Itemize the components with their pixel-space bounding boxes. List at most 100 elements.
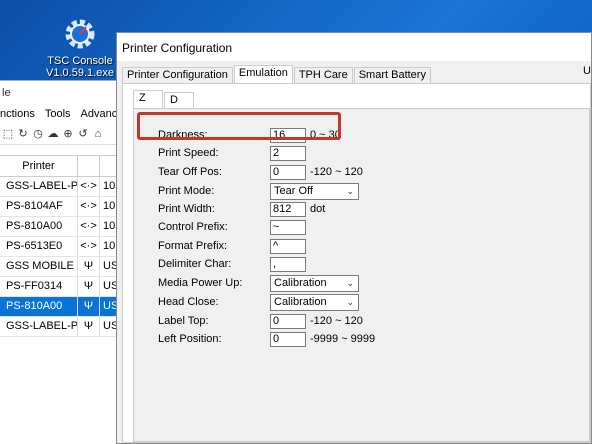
refresh-icon[interactable]: ↻ <box>17 128 29 140</box>
tear-off-pos-row: Tear Off Pos: 0 -120 ~ 120 <box>158 164 363 180</box>
control-prefix-label: Control Prefix: <box>158 221 228 233</box>
toolbar-icon[interactable]: ⬚ <box>2 128 14 140</box>
control-prefix-input[interactable]: ~ <box>270 219 306 235</box>
subtab-d[interactable]: D <box>164 92 194 108</box>
table-row[interactable]: PS-8104AF <·> 10 <box>0 197 120 217</box>
print-mode-label: Print Mode: <box>158 185 215 197</box>
tear-off-pos-input[interactable]: 0 <box>270 164 306 180</box>
dialog-tabs: Printer Configuration Emulation TPH Care… <box>122 65 591 83</box>
print-speed-label: Print Speed: <box>158 147 219 159</box>
desktop-icon-label-line2: V1.0.59.1.exe <box>46 67 114 79</box>
delimiter-char-row: Delimiter Char: , <box>158 256 306 272</box>
label-top-label: Label Top: <box>158 315 209 327</box>
dialog-title: Printer Configuration <box>117 33 591 61</box>
print-width-row: Print Width: 812 dot <box>158 201 325 217</box>
tsc-console-desktop-icon[interactable]: TSC Console V1.0.59.1.exe <box>44 16 116 79</box>
chevron-down-icon: ⌄ <box>346 277 354 288</box>
tab-smart-battery[interactable]: Smart Battery <box>353 67 431 83</box>
subtab-z[interactable]: Z <box>133 90 163 108</box>
control-prefix-row: Control Prefix: ~ <box>158 219 306 235</box>
printer-name-cell: PS-810A00 <box>0 297 78 316</box>
network-icon: <·> <box>78 237 100 256</box>
table-row[interactable]: GSS MOBILE P...ΨUS <box>0 257 120 277</box>
printer-grid: GSS-LABEL-P... <·> 10 PS-8104AF <·> 10 PS-810A… <box>0 177 120 337</box>
printer-name-cell: GSS-LABEL-P... <box>0 317 78 336</box>
left-position-range: -9999 ~ 9999 <box>310 333 376 345</box>
menu-tools[interactable]: Tools <box>45 108 71 120</box>
head-close-value: Calibration <box>274 296 327 308</box>
head-close-label: Head Close: <box>158 296 219 308</box>
back-window-title: le <box>0 81 120 105</box>
print-mode-row: Print Mode: Tear Off ⌄ <box>158 182 359 200</box>
printer-name-cell: GSS MOBILE P... <box>0 257 78 276</box>
home-icon[interactable]: ⌂ <box>92 128 104 140</box>
clock-icon[interactable]: ◷ <box>32 128 44 140</box>
tab-emulation[interactable]: Emulation <box>233 65 293 83</box>
chevron-down-icon: ⌄ <box>346 185 354 196</box>
label-top-row: Label Top: 0 -120 ~ 120 <box>158 313 363 329</box>
format-prefix-input[interactable]: ^ <box>270 238 306 254</box>
chevron-down-icon: ⌄ <box>346 296 354 307</box>
desktop-icon-label-line1: TSC Console <box>47 55 113 67</box>
print-width-unit: dot <box>310 203 326 215</box>
crosshair-icon[interactable]: ⊕ <box>62 128 74 140</box>
format-prefix-label: Format Prefix: <box>158 240 228 252</box>
media-power-up-select[interactable]: Calibration ⌄ <box>270 274 359 292</box>
back-menu-bar: nctions Tools Advanced <box>0 105 129 123</box>
network-icon: <·> <box>78 197 100 216</box>
head-close-row: Head Close: Calibration ⌄ <box>158 293 359 311</box>
network-icon: <·> <box>78 177 100 196</box>
table-row[interactable]: PS-810A00 <·> 10 <box>0 217 120 237</box>
darkness-highlight-box <box>137 112 341 140</box>
media-power-up-value: Calibration <box>274 277 327 289</box>
print-width-input[interactable]: 812 <box>270 201 306 217</box>
gear-icon <box>65 19 95 49</box>
delimiter-char-input[interactable]: , <box>270 256 306 272</box>
left-position-label: Left Position: <box>158 333 222 345</box>
tab-tph-care[interactable]: TPH Care <box>293 67 353 83</box>
network-icon: <·> <box>78 217 100 236</box>
tear-off-pos-range: -120 ~ 120 <box>310 166 363 178</box>
printer-name-cell: PS-6513E0 <box>0 237 78 256</box>
printer-name-cell: PS-8104AF <box>0 197 78 216</box>
usb-icon: Ψ <box>78 297 100 316</box>
print-speed-input[interactable]: 2 <box>270 145 306 161</box>
zpl-settings-panel: Darkness: 16 0 ~ 30 Print Speed: 2 Tear … <box>133 108 590 442</box>
printer-name-cell: GSS-LABEL-P... <box>0 177 78 196</box>
table-row[interactable]: PS-6513E0 <·> 10 <box>0 237 120 257</box>
media-power-up-label: Media Power Up: <box>158 277 243 289</box>
delimiter-char-label: Delimiter Char: <box>158 258 232 270</box>
tsc-console-window: le nctions Tools Advanced ⬚ ↻ ◷ ☁ ⊕ ↺ ⌂ … <box>0 80 129 444</box>
label-top-input[interactable]: 0 <box>270 313 306 329</box>
usb-icon: Ψ <box>78 277 100 296</box>
desktop-icon-label: TSC Console V1.0.59.1.exe <box>44 55 116 79</box>
table-row[interactable]: GSS-LABEL-P... <·> 10 <box>0 177 120 197</box>
head-close-select[interactable]: Calibration ⌄ <box>270 293 359 311</box>
printer-name-cell: PS-FF0314 <box>0 277 78 296</box>
back-toolbar: ⬚ ↻ ◷ ☁ ⊕ ↺ ⌂ <box>0 123 120 145</box>
usb-icon: Ψ <box>78 257 100 276</box>
left-position-row: Left Position: 0 -9999 ~ 9999 <box>158 331 375 347</box>
printer-configuration-dialog: Printer Configuration Printer Configurat… <box>116 32 592 444</box>
column-header-printer[interactable]: Printer <box>0 156 78 176</box>
table-row[interactable]: PS-FF0314 Ψ US <box>0 277 120 297</box>
printer-name-cell: PS-810A00 <box>0 217 78 236</box>
table-row[interactable]: GSS-LABEL-P... Ψ US <box>0 317 120 337</box>
print-mode-value: Tear Off <box>274 185 313 197</box>
print-width-label: Print Width: <box>158 203 215 215</box>
media-power-up-row: Media Power Up: Calibration ⌄ <box>158 274 359 292</box>
tab-printer-configuration[interactable]: Printer Configuration <box>122 67 233 83</box>
usb-icon: Ψ <box>78 317 100 336</box>
left-position-input[interactable]: 0 <box>270 331 306 347</box>
tear-off-pos-label: Tear Off Pos: <box>158 166 222 178</box>
undo-icon[interactable]: ↺ <box>77 128 89 140</box>
format-prefix-row: Format Prefix: ^ <box>158 238 306 254</box>
table-row[interactable]: PS-810A00 Ψ US <box>0 297 120 317</box>
label-top-range: -120 ~ 120 <box>310 315 363 327</box>
printer-grid-header: Printer <box>0 155 120 177</box>
menu-functions[interactable]: nctions <box>0 108 35 120</box>
print-speed-row: Print Speed: 2 <box>158 145 306 161</box>
cut-off-tab-label: U <box>583 65 591 77</box>
cloud-upload-icon[interactable]: ☁ <box>47 128 59 140</box>
print-mode-select[interactable]: Tear Off ⌄ <box>270 182 359 200</box>
